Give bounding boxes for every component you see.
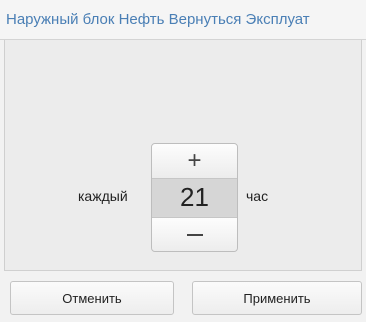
dialog-title: Наружный блок Нефть Вернуться Эксплуат xyxy=(6,11,310,28)
cancel-button[interactable]: Отменить xyxy=(10,281,174,315)
every-label: каждый xyxy=(78,188,128,204)
plus-icon: + xyxy=(187,147,202,174)
apply-button[interactable]: Применить xyxy=(192,281,362,315)
dialog-content: каждый + 21 час xyxy=(4,40,362,271)
hour-stepper[interactable]: + 21 xyxy=(151,143,238,252)
decrement-button[interactable] xyxy=(152,217,237,251)
dialog-header: Наружный блок Нефть Вернуться Эксплуат xyxy=(0,0,366,40)
minus-icon xyxy=(186,234,203,236)
increment-button[interactable]: + xyxy=(152,144,237,179)
stepper-value: 21 xyxy=(152,179,237,216)
hour-unit-label: час xyxy=(246,188,269,204)
